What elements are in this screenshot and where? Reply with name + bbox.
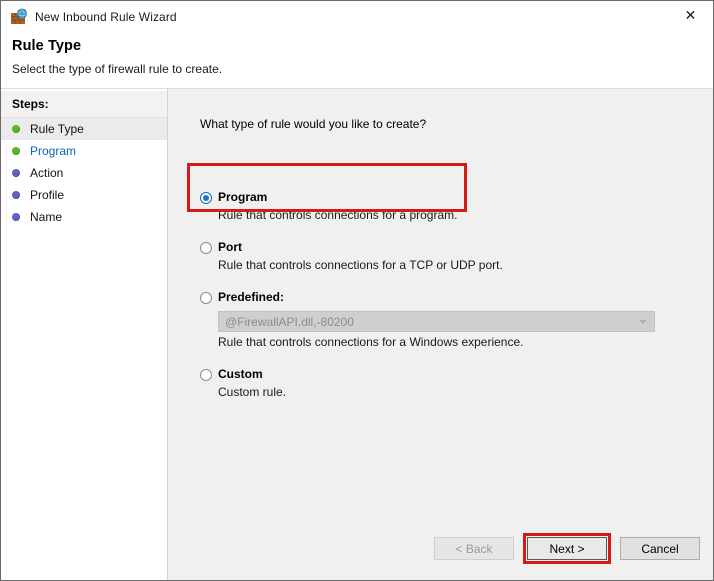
step-bullet-icon (12, 147, 20, 155)
option-label: Program (218, 190, 268, 204)
sidebar-item-label: Name (30, 210, 63, 224)
back-button-wrap: < Back (434, 537, 514, 560)
option-predefined[interactable]: Predefined: @FirewallAPI.dll,-80200 Rule… (186, 290, 705, 350)
option-program[interactable]: Program Rule that controls connections f… (186, 190, 705, 223)
rule-type-radio-group: Program Rule that controls connections f… (186, 154, 705, 400)
sidebar-item-rule-type[interactable]: Rule Type (1, 118, 167, 140)
window-title: New Inbound Rule Wizard (35, 9, 177, 24)
page-subtitle: Select the type of firewall rule to crea… (12, 62, 223, 76)
sidebar-item-label: Action (30, 166, 64, 180)
page-title: Rule Type (12, 38, 82, 54)
predefined-combobox[interactable]: @FirewallAPI.dll,-80200 (218, 311, 655, 332)
predefined-combobox-value: @FirewallAPI.dll,-80200 (225, 314, 354, 329)
option-port[interactable]: Port Rule that controls connections for … (186, 240, 705, 273)
cancel-button[interactable]: Cancel (620, 537, 700, 560)
cancel-button-wrap: Cancel (620, 537, 700, 560)
step-bullet-icon (12, 191, 20, 199)
option-label: Port (218, 240, 242, 254)
sidebar-item-profile[interactable]: Profile (1, 184, 167, 206)
radio-program[interactable] (200, 192, 212, 204)
option-custom[interactable]: Custom Custom rule. (186, 367, 705, 400)
step-bullet-icon (12, 125, 20, 133)
sidebar-item-program[interactable]: Program (1, 140, 167, 162)
option-description: Rule that controls connections for a Win… (218, 335, 524, 349)
step-bullet-icon (12, 169, 20, 177)
radio-port[interactable] (200, 242, 212, 254)
steps-heading: Steps: (1, 91, 167, 118)
step-bullet-icon (12, 213, 20, 221)
radio-custom[interactable] (200, 369, 212, 381)
radio-predefined[interactable] (200, 292, 212, 304)
option-description: Rule that controls connections for a pro… (218, 208, 458, 222)
option-label: Predefined: (218, 290, 285, 304)
main-panel: What type of rule would you like to crea… (168, 89, 713, 580)
option-description: Rule that controls connections for a TCP… (218, 258, 503, 272)
chevron-down-icon (639, 320, 647, 324)
sidebar-item-action[interactable]: Action (1, 162, 167, 184)
wizard-body: Steps: Rule Type Program Action Profile … (1, 89, 713, 580)
close-icon[interactable]: ✕ (668, 1, 713, 31)
option-label: Custom (218, 367, 263, 381)
sidebar-item-label: Program (30, 144, 77, 158)
wizard-footer: < Back Next > Cancel (434, 533, 700, 564)
question-text: What type of rule would you like to crea… (200, 117, 427, 131)
title-bar: New Inbound Rule Wizard ✕ (1, 1, 713, 32)
wizard-header: Rule Type Select the type of firewall ru… (1, 32, 713, 89)
firewall-globe-icon (10, 8, 28, 26)
steps-sidebar: Steps: Rule Type Program Action Profile … (1, 89, 168, 580)
next-button[interactable]: Next > (527, 537, 607, 560)
sidebar-item-label: Rule Type (30, 122, 84, 136)
sidebar-item-label: Profile (30, 188, 65, 202)
wizard-window: New Inbound Rule Wizard ✕ Rule Type Sele… (0, 0, 714, 581)
sidebar-item-name[interactable]: Name (1, 206, 167, 228)
next-button-wrap: Next > (523, 533, 611, 564)
option-description: Custom rule. (218, 385, 287, 399)
back-button: < Back (434, 537, 514, 560)
